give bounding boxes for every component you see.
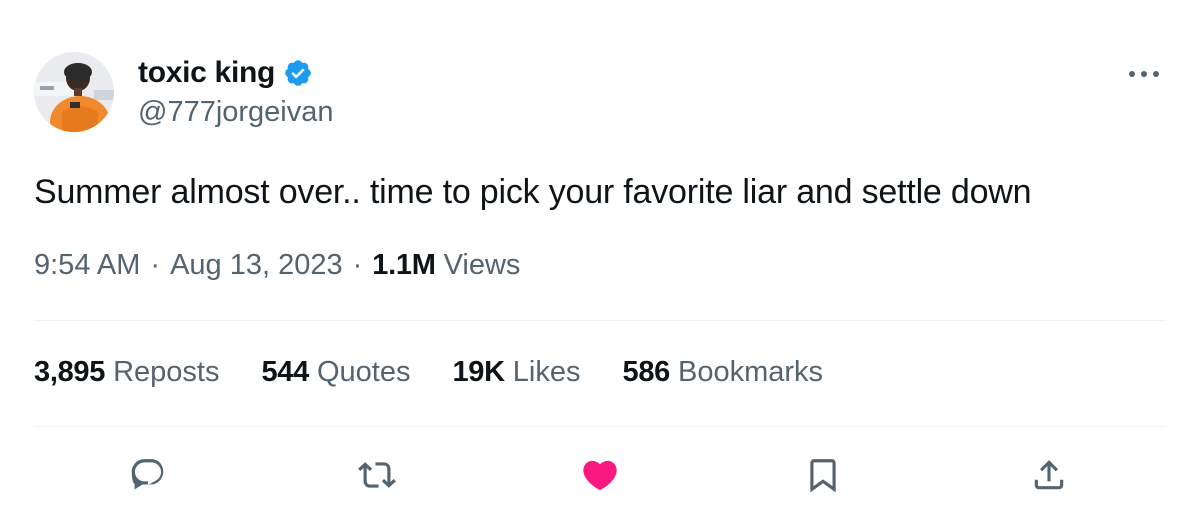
tweet-meta: 9:54 AM · Aug 13, 2023 · 1.1M Views	[34, 249, 520, 282]
repost-icon	[358, 462, 396, 488]
engagement-stats: 3,895 Reposts 544 Quotes 19K Likes 586 Bookm…	[34, 356, 865, 389]
tweet-time[interactable]: 9:54 AM	[34, 249, 140, 282]
stat-count: 19K	[452, 356, 505, 388]
stat-count: 544	[261, 356, 309, 388]
share-button[interactable]	[1026, 452, 1072, 498]
more-options-button[interactable]	[1122, 56, 1166, 92]
meta-separator: ·	[352, 249, 363, 281]
stat-count: 586	[622, 356, 670, 388]
heart-filled-icon	[583, 460, 617, 491]
stat-reposts[interactable]: 3,895 Reposts	[34, 356, 219, 389]
share-icon	[1034, 460, 1064, 490]
views-count[interactable]: 1.1M	[372, 249, 436, 282]
repost-button[interactable]	[354, 452, 400, 498]
stat-bookmarks[interactable]: 586 Bookmarks	[622, 356, 823, 389]
display-name[interactable]: toxic king	[138, 56, 275, 90]
verified-badge-icon[interactable]	[283, 58, 313, 88]
tweet-date[interactable]: Aug 13, 2023	[170, 249, 343, 282]
stat-count: 3,895	[34, 356, 106, 388]
divider	[34, 320, 1166, 321]
like-button[interactable]	[577, 452, 623, 498]
action-bar	[0, 452, 1200, 498]
stat-label: Reposts	[113, 356, 220, 388]
views-label[interactable]: Views	[444, 249, 521, 282]
avatar[interactable]	[34, 52, 114, 132]
reply-icon	[131, 459, 164, 490]
stat-quotes[interactable]: 544 Quotes	[261, 356, 410, 389]
tweet-text: Summer almost over.. time to pick your f…	[34, 173, 1032, 211]
stat-label: Likes	[512, 356, 581, 388]
stat-label: Quotes	[316, 356, 411, 388]
bookmark-icon	[810, 459, 836, 493]
stat-label: Bookmarks	[677, 356, 824, 388]
bookmark-button[interactable]	[800, 452, 846, 498]
author-handle[interactable]: @777jorgeivan	[138, 96, 334, 129]
author-name-row: toxic king	[138, 56, 313, 90]
meta-separator: ·	[150, 249, 161, 281]
reply-button[interactable]	[125, 452, 171, 498]
avatar-image	[34, 52, 114, 132]
divider	[34, 426, 1166, 427]
more-dots-icon	[1129, 71, 1159, 77]
tweet-card: toxic king @777jorgeivan Summer almost o…	[0, 0, 1200, 518]
stat-likes[interactable]: 19K Likes	[452, 356, 580, 389]
